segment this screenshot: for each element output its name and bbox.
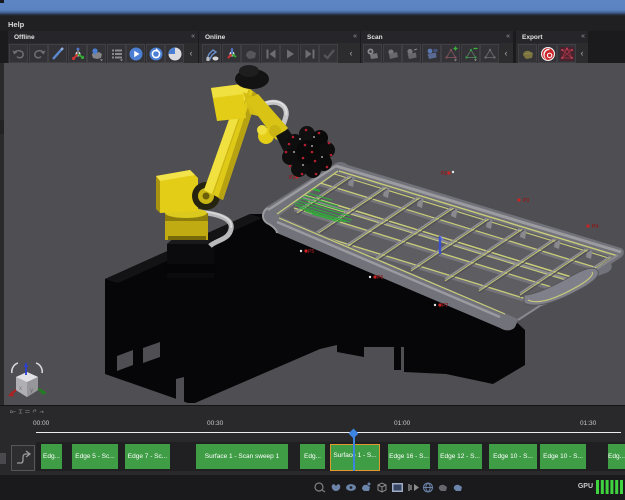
svg-text:P4: P4	[592, 224, 598, 230]
svg-text:x: x	[19, 386, 22, 392]
svg-text:P7: P7	[442, 303, 448, 309]
svg-text:P2: P2	[441, 171, 447, 177]
svg-text:P6: P6	[377, 275, 383, 281]
svg-text:y: y	[30, 388, 33, 394]
svg-text:P1: P1	[289, 175, 295, 181]
svg-text:P5: P5	[308, 249, 314, 255]
svg-text:P3: P3	[523, 198, 529, 204]
